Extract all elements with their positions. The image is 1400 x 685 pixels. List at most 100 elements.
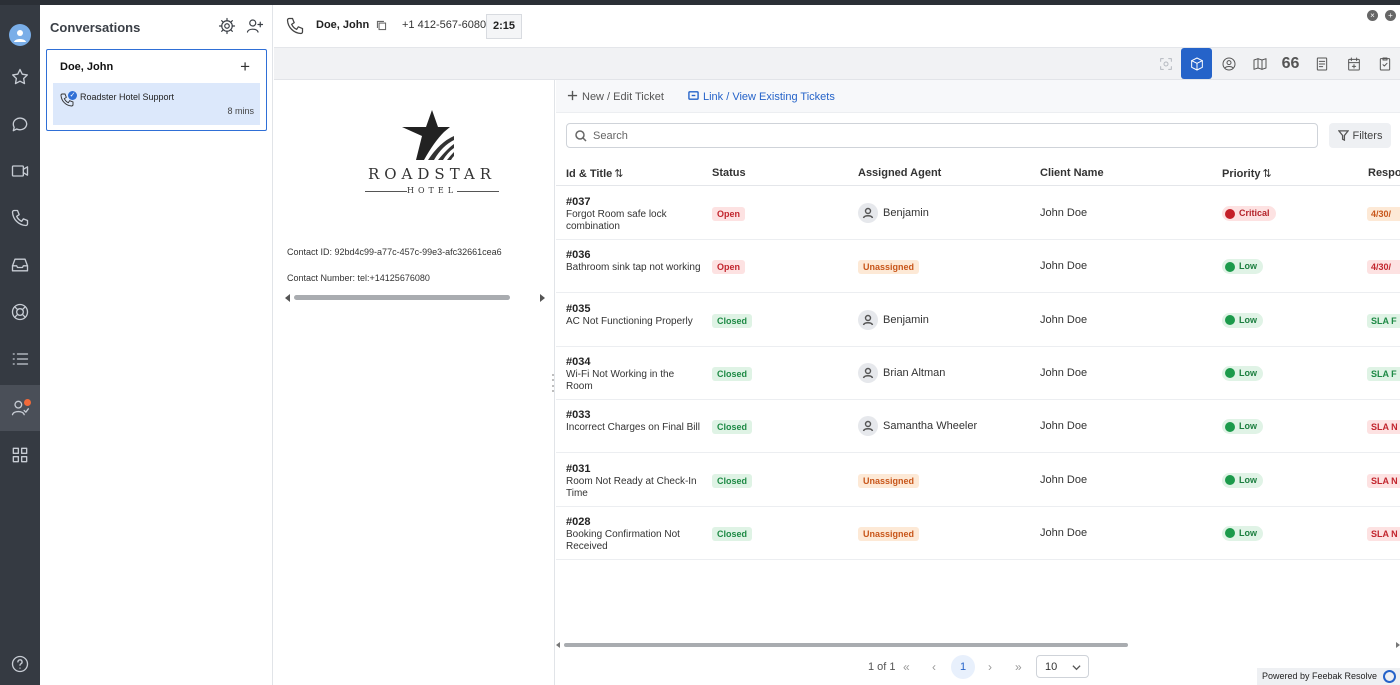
status-badge: Closed (712, 526, 753, 541)
phone-nav[interactable] (0, 195, 40, 241)
ticket-search[interactable] (566, 123, 1318, 148)
status-badge: Open (712, 260, 746, 275)
scrollbar-thumb[interactable] (564, 643, 1128, 647)
ticket-actions-bar: New / Edit Ticket Link / View Existing T… (556, 80, 1400, 113)
chat-icon (12, 117, 28, 132)
table-scrollbar[interactable] (556, 642, 1400, 649)
table-row[interactable]: #031 Room Not Ready at Check-In Time Close… (556, 454, 1400, 507)
response-badge: SLA N (1367, 473, 1400, 488)
ticket-title[interactable]: Bathroom sink tap not working (566, 262, 701, 274)
new-edit-ticket-label: New / Edit Ticket (582, 91, 664, 103)
conversation-item[interactable]: ✓ Roadster Hotel Support 8 mins (53, 83, 260, 125)
search-icon (575, 130, 587, 142)
tickets-button[interactable] (1181, 48, 1212, 79)
priority-label: Low (1239, 367, 1257, 378)
ticket-title[interactable]: AC Not Functioning Properly (566, 316, 701, 328)
ticket-id[interactable]: #035 (566, 303, 590, 315)
ticket-id[interactable]: #037 (566, 196, 590, 208)
lifebuoy-icon (11, 303, 29, 321)
contact-scrollbar[interactable] (285, 294, 545, 302)
scrollbar-thumb[interactable] (294, 295, 510, 300)
add-conversation-button[interactable]: + (240, 58, 250, 76)
sort-icon[interactable]: ⇅ (1263, 168, 1272, 180)
gear-icon[interactable] (218, 17, 236, 35)
scroll-right-arrow[interactable] (1396, 642, 1400, 648)
calendar-button[interactable] (1338, 48, 1369, 79)
ticket-title[interactable]: Wi-Fi Not Working in the Room (566, 369, 701, 393)
list-icon (12, 353, 29, 365)
filters-button[interactable]: Filters (1329, 123, 1391, 148)
list-nav[interactable] (0, 336, 40, 382)
profile-button[interactable] (1213, 48, 1244, 79)
video-icon (11, 165, 29, 177)
table-row[interactable]: #028 Booking Confirmation Not Received Clo… (556, 507, 1400, 560)
contact-id: Contact ID: 92bd4c99-a77c-457c-99e3-afc3… (287, 247, 502, 257)
link-view-tickets-label: Link / View Existing Tickets (703, 91, 835, 103)
priority-dot (1225, 261, 1235, 272)
priority-label: Low (1239, 314, 1257, 325)
ticket-title[interactable]: Incorrect Charges on Final Bill (566, 422, 701, 434)
favorites-nav[interactable] (0, 54, 40, 100)
ticket-title[interactable]: Room Not Ready at Check-In Time (566, 476, 701, 500)
scroll-left-arrow[interactable] (556, 642, 560, 648)
response-badge: SLA N (1367, 526, 1400, 541)
contacts-nav[interactable] (0, 385, 40, 431)
next-page-button[interactable]: › (988, 660, 992, 674)
ticket-id[interactable]: #031 (566, 463, 590, 475)
video-nav[interactable] (0, 148, 40, 194)
filter-icon (1337, 130, 1349, 141)
ticket-id[interactable]: #033 (566, 409, 590, 421)
status-badge: Closed (712, 313, 753, 328)
new-edit-ticket-button[interactable]: New / Edit Ticket (567, 90, 664, 103)
col-id-title[interactable]: Id & Title ⇅ (566, 167, 623, 180)
apps-icon (12, 447, 28, 463)
link-view-tickets-button[interactable]: Link / View Existing Tickets (688, 90, 835, 103)
page-size-value: 10 (1045, 661, 1058, 673)
inbox-nav[interactable] (0, 242, 40, 288)
ticket-id[interactable]: #034 (566, 356, 590, 368)
last-page-button[interactable]: » (1015, 660, 1022, 674)
roadstar-logo: ROADSTAR HOTEL (362, 110, 502, 200)
ticket-id[interactable]: #036 (566, 249, 590, 261)
notes-button[interactable] (1306, 48, 1337, 79)
apps-nav[interactable] (0, 432, 40, 478)
ticket-title[interactable]: Forgot Room safe lock combination (566, 209, 701, 233)
support-nav[interactable] (0, 289, 40, 335)
add-user-icon[interactable] (246, 17, 264, 35)
focus-button[interactable] (1150, 48, 1181, 79)
chat-nav[interactable] (0, 101, 40, 147)
current-page[interactable]: 1 (951, 655, 975, 679)
logo-wordmark: ROADSTAR (367, 165, 497, 183)
table-row[interactable]: #037 Forgot Room safe lock combination Ope… (556, 187, 1400, 240)
map-button[interactable] (1244, 48, 1275, 79)
ticket-id[interactable]: #028 (566, 516, 590, 528)
scroll-left-arrow[interactable] (285, 294, 290, 302)
profile-avatar[interactable] (9, 24, 31, 46)
conversation-item-time: 8 mins (227, 106, 254, 116)
copy-icon[interactable] (375, 19, 388, 35)
caller-name: Doe, John (316, 19, 370, 31)
search-input[interactable] (593, 127, 1293, 145)
close-icon[interactable]: × (1367, 10, 1378, 21)
conversation-card[interactable]: Doe, John + ✓ Roadster Hotel Support 8 m… (46, 49, 267, 131)
first-page-button[interactable]: « (903, 660, 910, 674)
contact-number: Contact Number: tel:+14125676080 (287, 273, 430, 283)
help-nav[interactable] (0, 641, 40, 685)
scroll-right-arrow[interactable] (540, 294, 545, 302)
page-info: 1 of 1 (868, 661, 896, 673)
tasks-button[interactable] (1369, 48, 1400, 79)
table-row[interactable]: #036 Bathroom sink tap not working Open Una… (556, 240, 1400, 294)
table-row[interactable]: #035 AC Not Functioning Properly Closed Ben… (556, 294, 1400, 347)
table-row[interactable]: #034 Wi-Fi Not Working in the Room Closed B… (556, 347, 1400, 400)
priority-badge: Low (1222, 472, 1263, 488)
client-name: John Doe (1040, 526, 1088, 539)
page-size-select[interactable]: 10 (1036, 655, 1089, 678)
expand-icon[interactable]: + (1385, 10, 1396, 21)
ticket-title[interactable]: Booking Confirmation Not Received (566, 529, 701, 553)
quote-button[interactable]: 66 (1275, 48, 1306, 79)
table-row[interactable]: #033 Incorrect Charges on Final Bill Close… (556, 400, 1400, 454)
col-priority[interactable]: Priority ⇅ (1222, 167, 1272, 180)
prev-page-button[interactable]: ‹ (932, 660, 936, 674)
sort-icon[interactable]: ⇅ (614, 168, 623, 180)
col-assigned-agent: Assigned Agent (858, 167, 942, 179)
